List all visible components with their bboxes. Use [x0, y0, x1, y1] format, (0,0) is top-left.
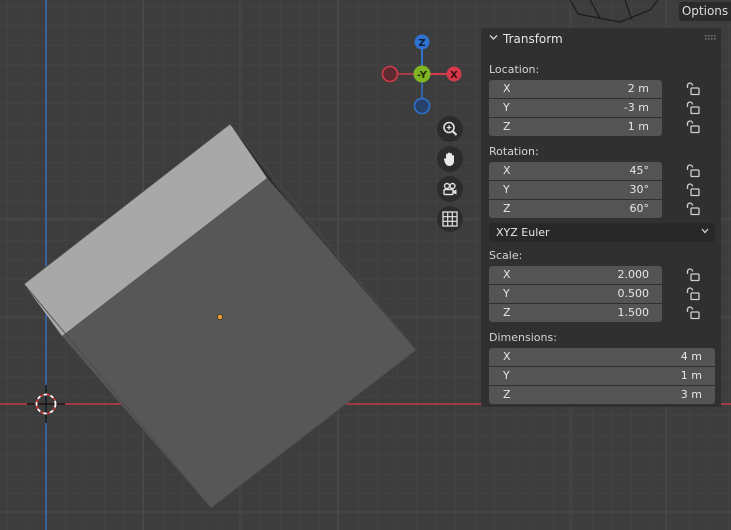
location-y-field[interactable]: Y -3 m [489, 99, 662, 117]
scale-x-value: 2.000 [617, 268, 650, 281]
navigation-gizmo[interactable]: Z X -Y [378, 30, 468, 120]
rotation-x-value: 45° [629, 164, 650, 177]
scale-x-lock-icon[interactable] [685, 268, 701, 282]
rotation-y-label: Y [503, 183, 510, 196]
scale-z-value: 1.500 [617, 306, 650, 319]
rotation-mode-value: XYZ Euler [496, 226, 550, 239]
rotation-label: Rotation: [489, 145, 539, 158]
scale-z-lock-icon[interactable] [685, 306, 701, 320]
dimensions-y-value: 1 m [680, 369, 702, 382]
location-x-value: 2 m [627, 82, 649, 95]
rotation-y-value: 30° [629, 183, 650, 196]
dimensions-z-field[interactable]: Z 3 m [489, 386, 715, 404]
transform-panel-header[interactable]: Transform [481, 28, 721, 50]
location-x-field[interactable]: X 2 m [489, 80, 662, 98]
rotation-x-lock-icon[interactable] [685, 164, 701, 178]
gizmo-x[interactable]: X [446, 66, 462, 82]
rotation-y-lock-icon[interactable] [685, 183, 701, 197]
location-z-value: 1 m [627, 120, 649, 133]
dimensions-x-field[interactable]: X 4 m [489, 348, 715, 366]
dimensions-y-label: Y [503, 369, 510, 382]
location-y-label: Y [503, 101, 510, 114]
rotation-y-field[interactable]: Y 30° [489, 181, 662, 199]
location-z-label: Z [503, 120, 511, 133]
gizmo-z-label: Z [418, 38, 425, 49]
rotation-x-field[interactable]: X 45° [489, 162, 662, 180]
zoom-button[interactable] [437, 116, 463, 142]
rotation-z-lock-icon[interactable] [685, 202, 701, 216]
scale-y-label: Y [503, 287, 510, 300]
dimensions-x-value: 4 m [680, 350, 702, 363]
gizmo-z[interactable]: Z [414, 34, 430, 50]
location-z-field[interactable]: Z 1 m [489, 118, 662, 136]
camera-view-button[interactable] [437, 176, 463, 202]
object-origin-dot [217, 314, 223, 320]
location-label: Location: [489, 63, 540, 76]
gizmo-y-label: -Y [417, 70, 428, 81]
location-y-lock-icon[interactable] [685, 101, 701, 115]
transform-panel: Transform Location: X 2 m Y -3 m Z 1 m R… [481, 28, 721, 407]
dimensions-y-field[interactable]: Y 1 m [489, 367, 715, 385]
hand-icon [443, 152, 454, 166]
scale-x-field[interactable]: X 2.000 [489, 266, 662, 284]
gizmo-neg-y[interactable]: -Y [413, 65, 431, 83]
location-z-lock-icon[interactable] [685, 120, 701, 134]
rotation-z-label: Z [503, 202, 511, 215]
scale-z-field[interactable]: Z 1.500 [489, 304, 662, 322]
chevron-down-icon [489, 35, 498, 40]
scale-z-label: Z [503, 306, 511, 319]
rotation-mode-dropdown[interactable]: XYZ Euler [489, 223, 715, 242]
dimensions-x-label: X [503, 350, 511, 363]
location-x-lock-icon[interactable] [685, 82, 701, 96]
gizmo-neg-x[interactable] [381, 65, 399, 83]
zoom-icon [443, 121, 458, 136]
dimensions-label: Dimensions: [489, 331, 557, 344]
pan-button[interactable] [437, 146, 463, 172]
drag-grip-icon[interactable] [705, 35, 717, 42]
location-y-value: -3 m [623, 101, 649, 114]
toggle-projection-button[interactable] [437, 206, 463, 232]
grid-icon [442, 211, 458, 227]
rotation-z-field[interactable]: Z 60° [489, 200, 662, 218]
camera-icon [443, 182, 457, 196]
location-x-label: X [503, 82, 511, 95]
chevron-down-icon [701, 228, 709, 234]
rotation-x-label: X [503, 164, 511, 177]
dimensions-z-label: Z [503, 388, 511, 401]
panel-title: Transform [503, 32, 563, 46]
scale-x-label: X [503, 268, 511, 281]
rotation-z-value: 60° [629, 202, 650, 215]
scale-y-value: 0.500 [617, 287, 650, 300]
gizmo-neg-z[interactable] [413, 97, 431, 115]
scale-label: Scale: [489, 249, 523, 262]
scale-y-lock-icon[interactable] [685, 287, 701, 301]
gizmo-x-label: X [450, 70, 458, 81]
options-button[interactable]: Options [679, 2, 731, 21]
scale-y-field[interactable]: Y 0.500 [489, 285, 662, 303]
dimensions-z-value: 3 m [680, 388, 702, 401]
